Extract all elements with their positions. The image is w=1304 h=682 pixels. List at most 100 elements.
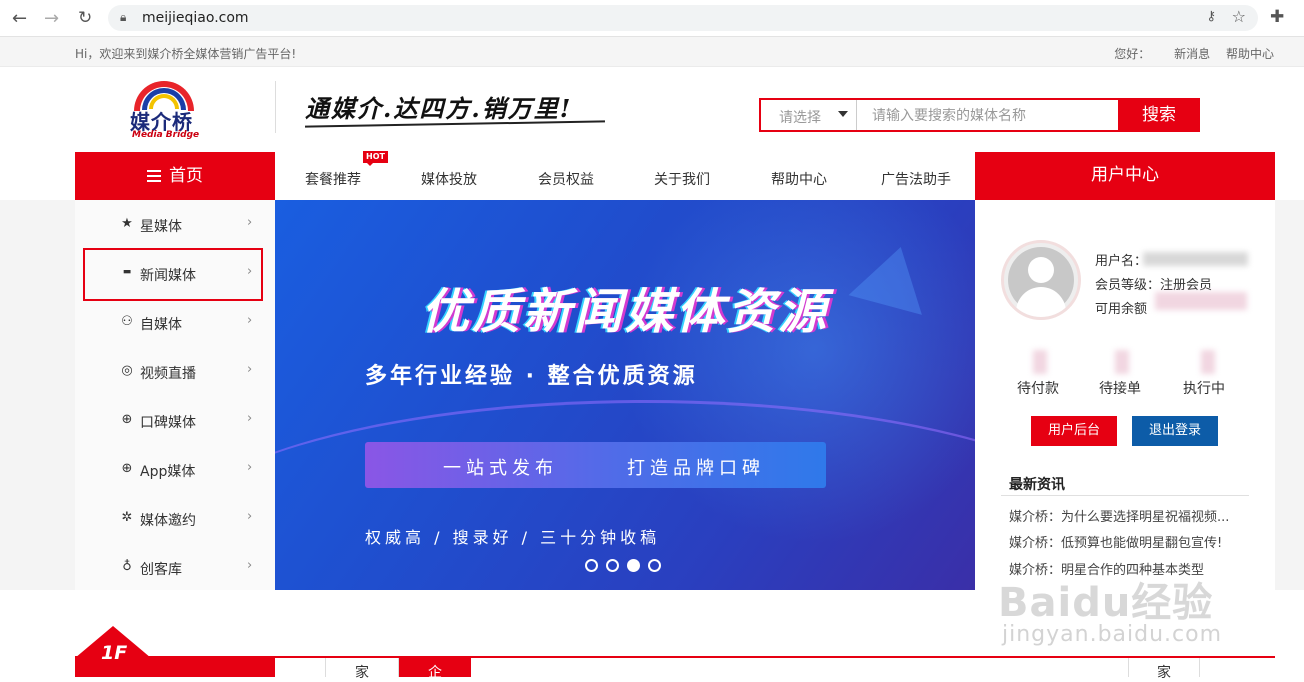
member-level-label: 会员等级：: [1095, 278, 1161, 293]
nav-item-help[interactable]: 帮助中心: [771, 169, 827, 189]
chevron-right-icon: ›: [247, 509, 253, 524]
wechat-icon: ⚇: [121, 314, 133, 329]
banner-pill: 一站式发布 打造品牌口碑: [365, 442, 826, 488]
topbar-links: 您好： 新消息 帮助中心: [1094, 45, 1274, 62]
banner-title: 优质新闻媒体资源: [420, 284, 829, 340]
banner-tags: 权威高 / 搜录好 / 三十分钟收稿: [365, 528, 661, 547]
stat-pending-payment[interactable]: 待付款: [1017, 378, 1059, 398]
search-button[interactable]: 搜索: [1118, 98, 1200, 132]
chevron-right-icon: ›: [247, 362, 253, 377]
user-center-button[interactable]: 用户中心: [975, 152, 1275, 200]
member-level-value: 注册会员: [1160, 278, 1213, 293]
nav-home-label: 首页: [169, 166, 203, 186]
back-arrow-icon[interactable]: ←: [12, 8, 27, 29]
key-icon[interactable]: ⚷: [1206, 9, 1216, 24]
extensions-icon[interactable]: ✚: [1270, 7, 1284, 27]
header-divider: [275, 81, 276, 133]
sidebar-item-label: 星媒体: [140, 219, 182, 235]
sidebar-item-label: App媒体: [140, 464, 196, 480]
invite-icon: ✲: [121, 510, 133, 525]
highlight-box: [83, 248, 263, 301]
top-welcome-bar: Hi，欢迎来到媒介桥全媒体营销广告平台! 您好： 新消息 帮助中心: [0, 37, 1304, 67]
count-redacted: [1201, 350, 1215, 374]
user-panel: 用户名： 会员等级：注册会员 可用余额 待付款 待接单 执行中 用户后台 退出登…: [975, 200, 1275, 590]
greeting-text: 您好：: [1114, 47, 1151, 61]
sidebar-item-label: 自媒体: [140, 317, 182, 333]
lock-icon: 🔒︎: [120, 10, 127, 24]
hot-badge: HOT: [363, 151, 388, 166]
stat-in-progress[interactable]: 执行中: [1183, 378, 1225, 398]
sidebar-item-media-invite[interactable]: ✲ 媒体邀约 ›: [75, 494, 275, 543]
baidu-watermark-url: jingyan.baidu.com: [1002, 622, 1223, 647]
sidebar-item-app-media[interactable]: ⊕ App媒体 ›: [75, 445, 275, 494]
chevron-right-icon: ›: [247, 558, 253, 573]
carousel-dot[interactable]: [648, 559, 661, 572]
stat-pending-accept[interactable]: 待接单: [1099, 378, 1141, 398]
banner-pill-left: 一站式发布: [443, 458, 558, 479]
logout-button[interactable]: 退出登录: [1132, 416, 1218, 446]
sidebar-item-label: 口碑媒体: [140, 415, 196, 431]
username-label: 用户名：: [1095, 254, 1148, 269]
sidebar-item-label: 媒体邀约: [140, 513, 196, 529]
carousel-dot[interactable]: [606, 559, 619, 572]
news-item[interactable]: 媒介桥：为什么要选择明星祝福视频...: [1009, 506, 1249, 525]
help-center-link[interactable]: 帮助中心: [1226, 47, 1274, 61]
hero-banner[interactable]: 优质新闻媒体资源 多年行业经验 · 整合优质资源 一站式发布 打造品牌口碑 权威…: [275, 200, 975, 590]
main-nav: 首页 套餐推荐 HOT 媒体投放 会员权益 关于我们 帮助中心 广告法助手 用户…: [75, 151, 1275, 200]
chevron-right-icon: ›: [247, 460, 253, 475]
nav-item-about[interactable]: 关于我们: [654, 169, 710, 189]
nav-item-member-benefits[interactable]: 会员权益: [538, 169, 594, 189]
new-messages-link[interactable]: 新消息: [1174, 47, 1210, 61]
site-logo[interactable]: 媒介桥 Media Bridge: [128, 79, 208, 140]
forward-arrow-icon[interactable]: →: [44, 8, 59, 29]
chevron-right-icon: ›: [247, 411, 253, 426]
address-bar[interactable]: 🔒︎ meijieqiao.com ⚷ ☆: [108, 5, 1258, 31]
carousel-dot-active[interactable]: [627, 559, 640, 572]
sidebar-item-star-media[interactable]: ★ 星媒体 ›: [75, 200, 275, 249]
video-icon: ◎: [121, 363, 133, 378]
sidebar-item-video-live[interactable]: ◎ 视频直播 ›: [75, 347, 275, 396]
app-icon: ⊕: [121, 461, 133, 476]
nav-item-media-placement[interactable]: 媒体投放: [421, 169, 477, 189]
latest-news-title: 最新资讯: [1009, 477, 1065, 493]
count-redacted: [1115, 350, 1129, 374]
carousel-dots: [585, 557, 669, 576]
floor-badge: 1F: [75, 626, 275, 677]
search-box: 请选择 搜索: [759, 98, 1200, 132]
nav-item-ad-law[interactable]: 广告法助手: [881, 169, 951, 189]
sidebar-item-maker-library[interactable]: ♁ 创客库 ›: [75, 543, 275, 592]
logo-subtitle: Media Bridge: [132, 130, 200, 140]
mic-icon: ♁: [122, 559, 132, 574]
caret-down-icon: [838, 111, 848, 117]
banner-subtitle: 多年行业经验 · 整合优质资源: [365, 364, 698, 389]
url-text[interactable]: meijieqiao.com: [142, 10, 249, 26]
sidebar-item-self-media[interactable]: ⚇ 自媒体 ›: [75, 298, 275, 347]
floor-tab[interactable]: 家: [1128, 658, 1200, 681]
username-redacted: [1143, 252, 1248, 266]
browser-toolbar: ← → ↻ 🔒︎ meijieqiao.com ⚷ ☆ ✚: [0, 0, 1304, 37]
avatar-head: [1028, 257, 1054, 283]
menu-icon: [147, 170, 161, 182]
avatar: [1001, 240, 1081, 320]
count-redacted: [1033, 350, 1047, 374]
search-category-value: 请选择: [779, 110, 821, 126]
member-level: 会员等级：注册会员: [1095, 274, 1212, 293]
search-input[interactable]: [858, 100, 1116, 130]
star-icon: ★: [121, 216, 133, 231]
chevron-right-icon: ›: [247, 215, 253, 230]
carousel-dot[interactable]: [585, 559, 598, 572]
news-item[interactable]: 媒介桥：低预算也能做明星翻包宣传!: [1009, 532, 1249, 551]
nav-home[interactable]: 首页: [75, 152, 275, 200]
user-backend-button[interactable]: 用户后台: [1031, 416, 1117, 446]
sidebar-item-label: 视频直播: [140, 366, 196, 382]
baidu-watermark: Baidu经验: [998, 580, 1214, 626]
nav-item-packages[interactable]: 套餐推荐: [305, 169, 361, 189]
chevron-right-icon: ›: [247, 313, 253, 328]
search-category-select[interactable]: 请选择: [761, 100, 857, 130]
star-icon[interactable]: ☆: [1232, 7, 1246, 26]
news-divider: [1001, 495, 1249, 496]
reload-icon[interactable]: ↻: [78, 8, 92, 28]
sidebar-item-reputation-media[interactable]: ⊕ 口碑媒体 ›: [75, 396, 275, 445]
floor-tab-active[interactable]: 企: [399, 658, 471, 681]
floor-tab[interactable]: 家: [325, 658, 399, 681]
